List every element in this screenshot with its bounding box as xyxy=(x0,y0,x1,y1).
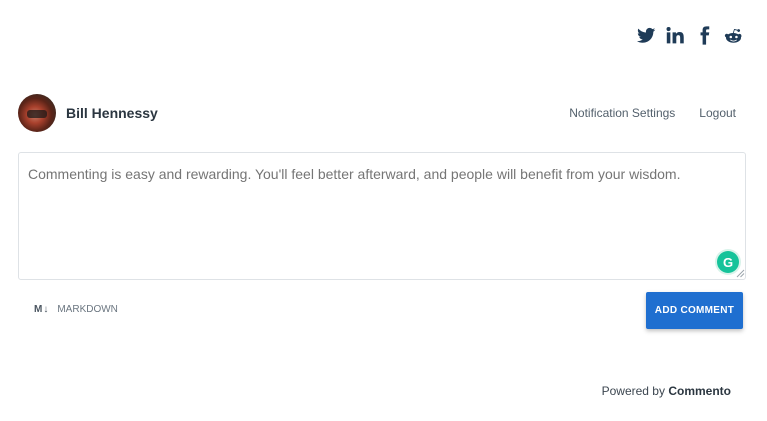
markdown-icon: M↓ xyxy=(34,304,50,315)
commento-brand-link[interactable]: Commento xyxy=(668,384,731,398)
user-row: Bill Hennessy Notification Settings Logo… xyxy=(18,94,736,132)
twitter-icon[interactable] xyxy=(637,26,656,45)
share-bar xyxy=(637,26,743,45)
resize-grip-icon[interactable] xyxy=(735,268,745,278)
user-actions: Notification Settings Logout xyxy=(569,106,736,120)
linkedin-icon[interactable] xyxy=(666,26,685,45)
notification-settings-link[interactable]: Notification Settings xyxy=(569,106,675,120)
comment-textarea[interactable] xyxy=(18,152,746,280)
avatar xyxy=(18,94,56,132)
markdown-label: MARKDOWN xyxy=(57,304,118,315)
facebook-icon[interactable] xyxy=(695,26,714,45)
logout-link[interactable]: Logout xyxy=(699,106,736,120)
user-name: Bill Hennessy xyxy=(66,105,158,121)
markdown-toggle[interactable]: M↓ MARKDOWN xyxy=(34,304,118,315)
powered-by: Powered by Commento xyxy=(602,384,731,398)
powered-by-label: Powered by xyxy=(601,384,665,398)
add-comment-button[interactable]: ADD COMMENT xyxy=(646,292,743,329)
reddit-icon[interactable] xyxy=(724,26,743,45)
